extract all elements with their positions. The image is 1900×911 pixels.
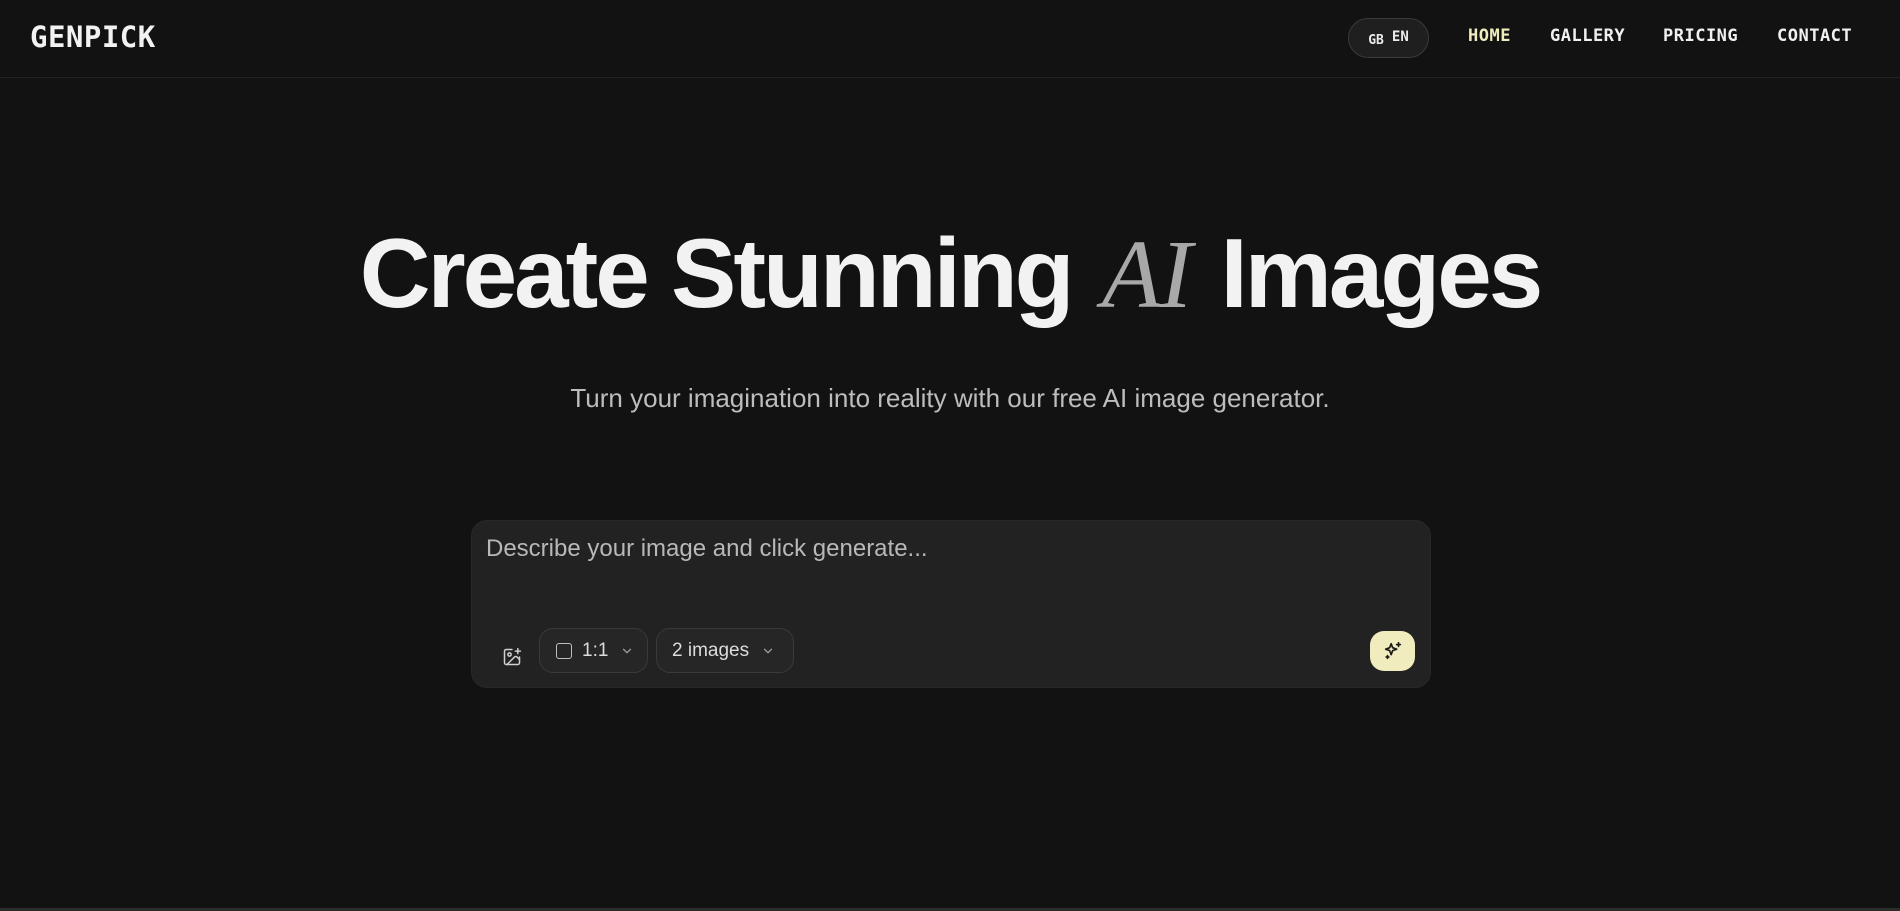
prompt-panel: 1:1 2 images xyxy=(471,520,1431,688)
aspect-ratio-select[interactable]: 1:1 xyxy=(539,628,648,673)
flag-gb-icon: GB xyxy=(1368,32,1384,48)
hero-title-start: Create Stunning xyxy=(359,218,1075,328)
top-header: GENPICK GB EN HOME GALLERY PRICING CONTA… xyxy=(0,0,1900,78)
generate-button[interactable] xyxy=(1370,631,1415,671)
logo[interactable]: GENPICK xyxy=(30,20,156,54)
sparkles-icon xyxy=(1384,641,1401,660)
square-icon xyxy=(556,642,572,659)
chevron-down-icon xyxy=(620,644,634,658)
hero-subtitle: Turn your imagination into reality with … xyxy=(570,383,1330,413)
language-code: EN xyxy=(1391,29,1409,45)
image-count-value: 2 images xyxy=(672,639,750,661)
hero-title: Create Stunning AI Images xyxy=(0,218,1900,330)
hero-title-accent: AI xyxy=(1101,221,1192,329)
image-upload-button[interactable] xyxy=(497,642,527,672)
nav-item-gallery[interactable]: GALLERY xyxy=(1550,26,1625,46)
hero-title-end: Images xyxy=(1220,218,1544,328)
chevron-down-icon xyxy=(761,644,775,658)
aspect-ratio-value: 1:1 xyxy=(582,639,609,661)
image-count-select[interactable]: 2 images xyxy=(656,628,794,673)
nav-item-contact[interactable]: CONTACT xyxy=(1777,26,1852,46)
prompt-input[interactable] xyxy=(486,535,1416,605)
image-plus-icon xyxy=(503,647,522,666)
language-switcher[interactable]: GB EN xyxy=(1348,18,1429,58)
nav-item-pricing[interactable]: PRICING xyxy=(1663,26,1738,46)
nav-item-home[interactable]: HOME xyxy=(1468,26,1511,46)
